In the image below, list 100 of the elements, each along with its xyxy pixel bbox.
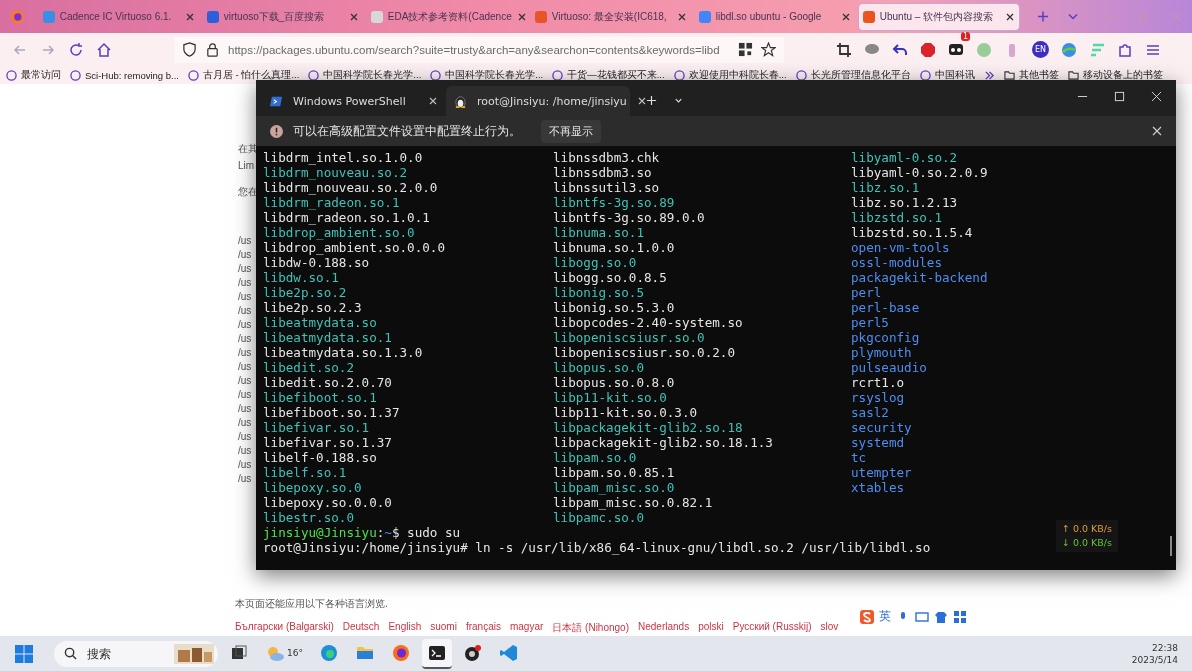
file-path-link[interactable]: /us xyxy=(238,333,252,344)
close-icon[interactable] xyxy=(184,11,195,22)
clock[interactable]: 22:38 2023/5/14 xyxy=(1131,641,1178,666)
globe-icon xyxy=(673,69,685,81)
file-path-link[interactable]: /us xyxy=(238,445,252,456)
close-icon[interactable] xyxy=(840,11,851,22)
bookmark-link[interactable]: 欢迎使用中科院长春... xyxy=(673,68,787,82)
globe-icon xyxy=(188,69,199,81)
file-path-link[interactable]: /us xyxy=(238,389,252,400)
bookmark-folder[interactable]: 其他书签 xyxy=(1003,68,1059,82)
input-mode-toggle[interactable]: 英 xyxy=(879,608,891,625)
file-path-link[interactable]: /us xyxy=(238,473,252,484)
file-path-link[interactable]: /us xyxy=(238,291,252,302)
taskbar-app[interactable] xyxy=(421,638,452,669)
language-link[interactable]: magyar xyxy=(509,621,544,635)
file-name: perl5 xyxy=(851,315,889,330)
language-button[interactable]: EN xyxy=(1032,41,1049,58)
bookmark-link[interactable]: 中国科讯 xyxy=(919,68,975,82)
file-path-link[interactable]: /us xyxy=(238,361,252,372)
maximize-icon[interactable] xyxy=(1114,91,1125,102)
shirt-icon[interactable] xyxy=(934,609,948,624)
browser-tab[interactable]: Virtuoso: 最全安装(IC618, xyxy=(530,3,691,30)
file-path-link[interactable]: /us xyxy=(238,347,252,358)
language-link[interactable]: 日本語 (Nihongo) xyxy=(552,621,629,635)
language-link[interactable]: suomi xyxy=(430,621,457,635)
close-icon[interactable] xyxy=(1151,91,1162,102)
file-path-link[interactable]: /us xyxy=(238,249,252,260)
browser-tab[interactable]: virtuoso下载_百度搜索 xyxy=(202,3,363,30)
file-path-link[interactable]: /us xyxy=(238,235,252,246)
grid-icon[interactable] xyxy=(953,609,967,624)
dont-show-again-button[interactable]: 不再显示 xyxy=(541,119,601,143)
notification-badge: 1 xyxy=(960,31,970,41)
close-icon[interactable] xyxy=(1004,11,1015,22)
lock-icon xyxy=(205,42,220,57)
taskbar-app[interactable]: 16° xyxy=(260,638,308,669)
home-icon[interactable] xyxy=(96,41,112,58)
close-icon[interactable] xyxy=(1152,126,1162,136)
file-name: libzstd.so.1.5.4 xyxy=(851,225,973,240)
file-name: libp11-kit.so.0.3.0 xyxy=(553,405,698,420)
bookmark-link[interactable]: 中国科学院长春光学... xyxy=(430,68,544,82)
keyboard-icon[interactable] xyxy=(915,609,929,624)
language-link[interactable]: English xyxy=(388,621,422,635)
language-link[interactable]: polski xyxy=(698,621,724,635)
globe-icon[interactable] xyxy=(1061,41,1077,58)
language-link[interactable]: Deutsch xyxy=(342,621,380,635)
globe-icon xyxy=(552,69,564,81)
search-input[interactable]: 搜索 xyxy=(85,645,166,662)
file-path-link[interactable]: /us xyxy=(238,459,252,470)
browser-tab[interactable]: Ubuntu – 软件包内容搜索 xyxy=(858,3,1019,30)
page-text: 您在 xyxy=(238,185,258,199)
file-name: systemd xyxy=(851,435,905,450)
file-path-link[interactable]: /us xyxy=(238,305,252,316)
qr-code-icon[interactable] xyxy=(738,42,753,57)
bookmark-link[interactable]: 古月居 - 怕什么真理... xyxy=(188,68,300,82)
puzzle-icon[interactable] xyxy=(1117,41,1133,58)
file-path-link[interactable]: /us xyxy=(238,431,252,442)
file-path-link[interactable]: /us xyxy=(238,403,252,414)
bookmark-link[interactable]: 最常访问 xyxy=(6,68,61,82)
windows-start-icon[interactable] xyxy=(14,643,34,664)
firefox-icon[interactable] xyxy=(10,8,25,25)
stop-sign-icon[interactable] xyxy=(920,41,936,58)
bookmark-link[interactable]: 长光所管理信息化平台 xyxy=(795,68,911,82)
bookmark-link[interactable]: 中国科学院长春光学... xyxy=(308,68,422,82)
undo-icon[interactable] xyxy=(892,41,908,58)
close-icon[interactable] xyxy=(676,11,687,22)
bookmark-link[interactable]: Sci-Hub: removing b... xyxy=(70,69,179,81)
file-name: xtables xyxy=(851,480,905,495)
file-path-link[interactable]: /us xyxy=(238,263,252,274)
language-link[interactable]: français xyxy=(465,621,501,635)
bookmark-link[interactable]: 干货—花钱都买不来... xyxy=(552,68,665,82)
close-icon[interactable] xyxy=(428,96,438,106)
close-icon[interactable] xyxy=(348,11,359,22)
crop-icon[interactable] xyxy=(836,41,852,58)
file-name: libntfs-3g.so.89.0.0 xyxy=(553,210,705,225)
file-name: libefiboot.so.1.37 xyxy=(263,405,400,420)
page-text: Lim xyxy=(238,160,255,171)
terminal-tab[interactable]: Windows PowerShell xyxy=(262,86,446,116)
language-link[interactable]: Български (Balgarski) xyxy=(235,621,334,635)
browser-tab[interactable]: Cadence IC Virtuoso 6.1. xyxy=(38,3,199,30)
search-field[interactable]: 搜索 xyxy=(54,640,218,667)
bookmark-folder[interactable]: 移动设备上的书签 xyxy=(1067,68,1163,82)
close-icon[interactable] xyxy=(636,96,647,106)
file-path-link[interactable]: /us xyxy=(238,375,252,386)
reload-icon[interactable] xyxy=(68,41,84,58)
file-path-link[interactable]: /us xyxy=(238,417,252,428)
file-path-link[interactable]: /us xyxy=(238,277,252,288)
file-path-link[interactable]: /us xyxy=(238,319,252,330)
sogou-icon[interactable] xyxy=(860,609,874,624)
browser-tab[interactable]: libdl.so ubuntu - Google xyxy=(694,3,855,30)
browser-tab[interactable]: EDA技术参考资料(Cadence xyxy=(366,3,527,30)
scrollbar-thumb[interactable] xyxy=(1170,536,1172,556)
language-link[interactable]: Nederlands xyxy=(638,621,690,635)
language-link[interactable]: Русский (Russkij) xyxy=(732,621,812,635)
file-name: open-vm-tools xyxy=(851,240,950,255)
language-link[interactable]: slov xyxy=(820,621,839,635)
chevron-right-icon[interactable] xyxy=(983,69,995,81)
close-icon[interactable] xyxy=(516,11,527,22)
firefox-icon xyxy=(390,642,411,663)
address-bar[interactable]: https://packages.ubuntu.com/search?suite=trusty&arch=any&searchon=contents&keywords=libd xyxy=(174,36,784,63)
star-icon[interactable] xyxy=(761,42,776,57)
